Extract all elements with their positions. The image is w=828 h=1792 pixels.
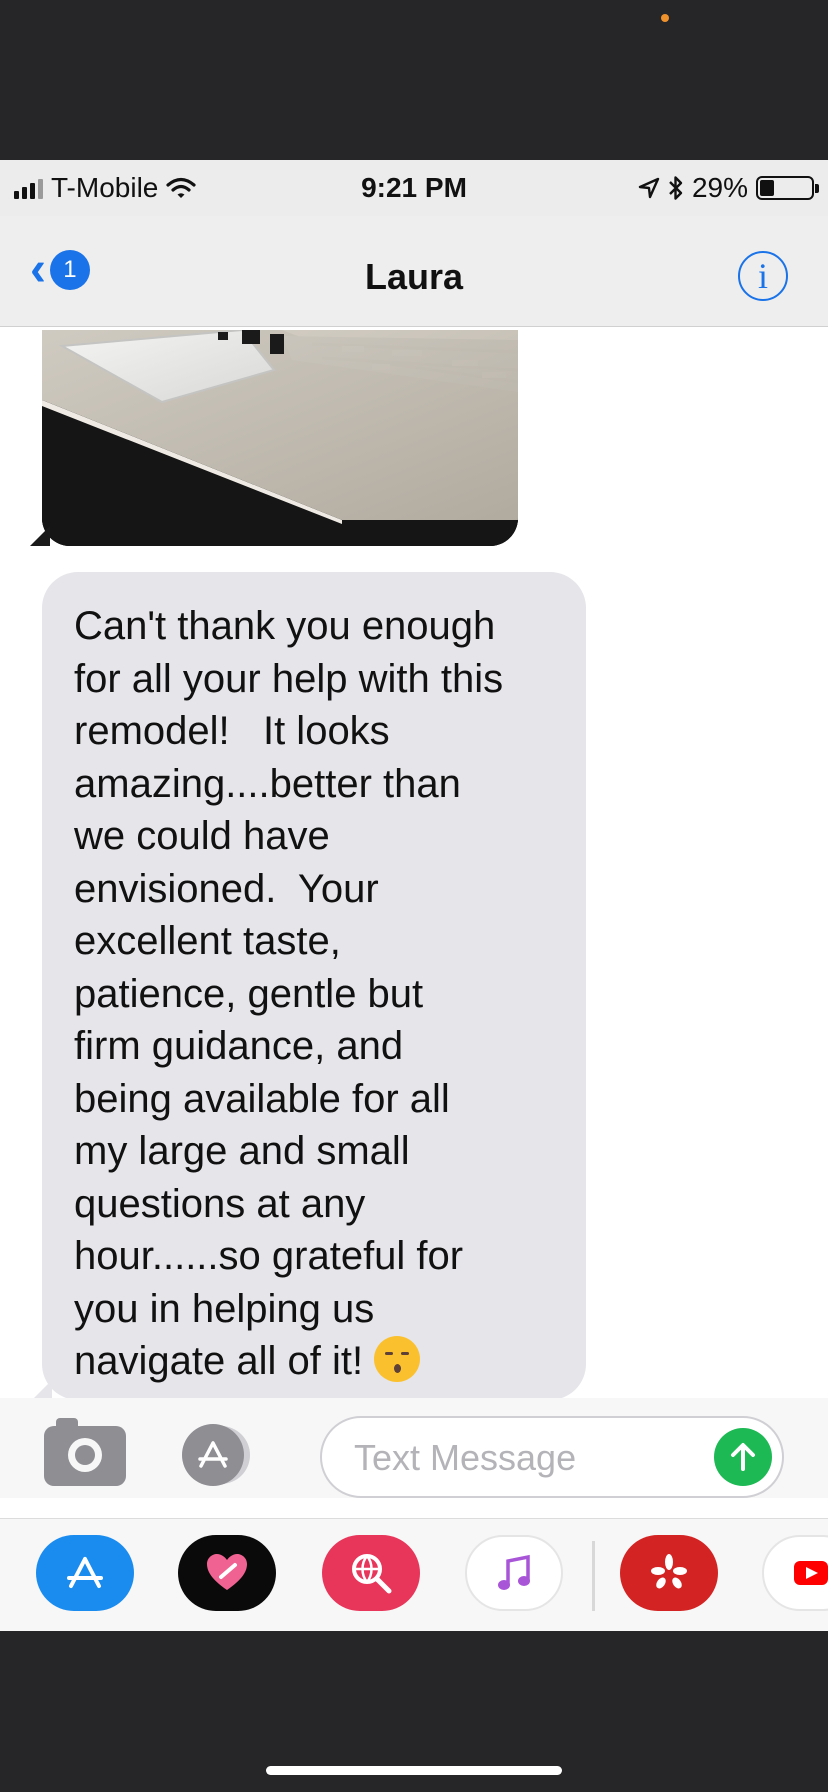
compose-bar xyxy=(0,1398,828,1498)
status-bar: T-Mobile 9:21 PM 29% xyxy=(0,160,828,216)
arrow-up-icon xyxy=(731,1443,755,1471)
message-bubble-tail xyxy=(32,1380,52,1400)
status-right: 29% xyxy=(638,172,819,204)
message-text: Can't thank you enough for all your help… xyxy=(74,600,560,1388)
music-icon[interactable] xyxy=(465,1535,563,1611)
message-body: Can't thank you enough for all your help… xyxy=(74,604,504,1383)
image-message-bubble[interactable] xyxy=(42,330,518,546)
location-arrow-icon xyxy=(638,177,660,199)
app-store-glyph-icon xyxy=(198,1441,228,1468)
received-message-bubble[interactable]: Can't thank you enough for all your help… xyxy=(42,572,586,1400)
youtube-play-icon xyxy=(794,1561,828,1585)
send-button[interactable] xyxy=(714,1428,772,1486)
digital-touch-icon[interactable] xyxy=(178,1535,276,1611)
privacy-indicator-dot xyxy=(661,14,669,22)
battery-percent: 29% xyxy=(691,172,748,203)
messages-screenshot: T-Mobile 9:21 PM 29% ‹ 1 Laura i Can't t… xyxy=(0,160,828,1631)
app-store-button-icon[interactable] xyxy=(182,1424,244,1486)
message-input-field[interactable] xyxy=(320,1416,784,1498)
app-drawer-divider xyxy=(592,1541,595,1611)
message-input[interactable] xyxy=(352,1432,686,1484)
app-store-icon[interactable] xyxy=(36,1535,134,1611)
contact-name[interactable]: Laura xyxy=(0,256,828,298)
image-bubble-tail xyxy=(30,526,50,546)
camera-icon[interactable] xyxy=(44,1418,126,1486)
imessage-app-drawer xyxy=(0,1518,828,1631)
conversation-header: ‹ 1 Laura i xyxy=(0,216,828,327)
bluetooth-icon xyxy=(669,176,683,200)
info-icon[interactable]: i xyxy=(738,251,788,301)
battery-icon xyxy=(756,176,819,200)
home-indicator[interactable] xyxy=(266,1766,562,1775)
youtube-icon[interactable] xyxy=(762,1535,828,1611)
kissing-face-emoji-icon xyxy=(374,1336,421,1382)
bathroom-vanity-photo xyxy=(42,330,518,546)
battery-fill xyxy=(760,180,774,196)
web-search-icon[interactable] xyxy=(322,1535,420,1611)
yelp-icon[interactable] xyxy=(620,1535,718,1611)
